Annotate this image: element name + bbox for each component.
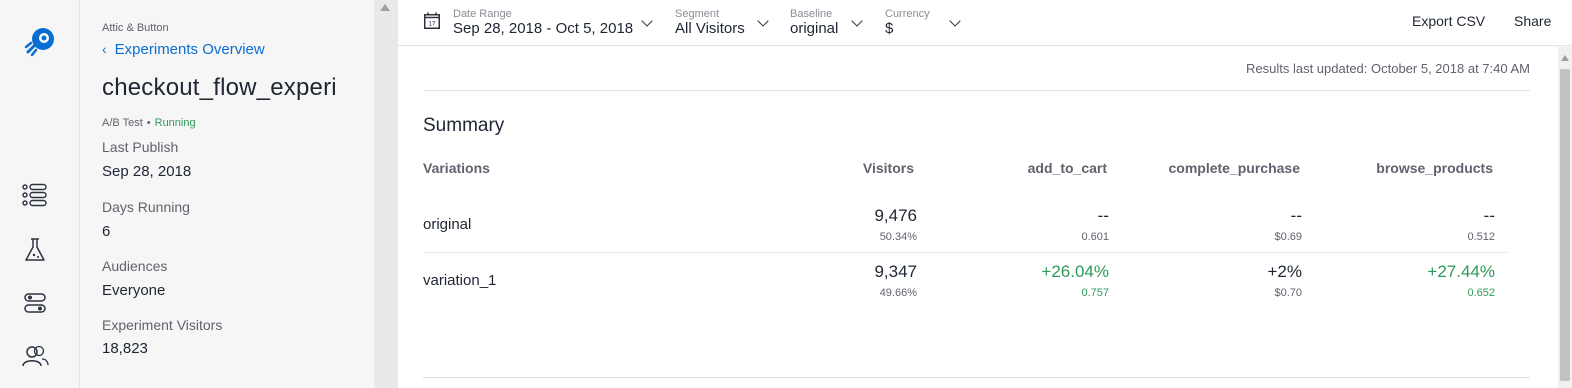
currency-dropdown[interactable]: Currency $ xyxy=(885,8,961,38)
calendar-icon: 17 xyxy=(424,12,440,29)
add-to-cart-lift: -- xyxy=(1097,206,1109,225)
chevron-down-icon xyxy=(851,15,863,27)
calendar-day: 17 xyxy=(428,21,436,28)
chevron-down-icon xyxy=(641,15,653,27)
icon-rail xyxy=(0,0,80,388)
separator-dot: • xyxy=(146,117,151,129)
back-link-label: Experiments Overview xyxy=(114,41,265,58)
results-scrollbar[interactable] xyxy=(1558,47,1572,388)
column-header-add-to-cart: add_to_cart xyxy=(1027,160,1107,176)
variation-name-variation-1[interactable]: variation_1 xyxy=(423,272,496,289)
status-badge: Running xyxy=(154,117,196,129)
browse-products-lift: -- xyxy=(1483,206,1495,225)
experiment-type: A/B Test xyxy=(102,117,143,129)
visitors-percent: 49.66% xyxy=(879,287,917,299)
baseline-dropdown[interactable]: Baseline original xyxy=(790,8,863,38)
results-updated-text: Results last updated: October 5, 2018 at… xyxy=(1245,61,1530,76)
add-to-cart-value: 0.757 xyxy=(1081,287,1109,299)
audiences-value: Everyone xyxy=(102,282,166,299)
divider xyxy=(423,377,1530,378)
add-to-cart-value: 0.601 xyxy=(1081,231,1109,243)
baseline-value: original xyxy=(790,20,839,37)
experiment-title: checkout_flow_experi xyxy=(102,74,337,101)
date-range-label: Date Range xyxy=(453,8,512,20)
days-running-value: 6 xyxy=(102,223,111,240)
results-toolbar: 17 Date Range Sep 28, 2018 - Oct 5, 2018… xyxy=(398,0,1572,46)
browse-products-value: 0.512 xyxy=(1467,231,1495,243)
complete-purchase-value: $0.70 xyxy=(1274,287,1302,299)
audiences-label: Audiences xyxy=(102,258,168,274)
list-icon[interactable] xyxy=(20,180,50,210)
experiment-type-line: A/B Test • Running xyxy=(102,117,196,129)
browse-products-value: 0.652 xyxy=(1467,287,1495,299)
currency-label: Currency xyxy=(885,8,930,20)
experiment-visitors-value: 18,823 xyxy=(102,340,148,357)
last-publish-value: Sep 28, 2018 xyxy=(102,163,192,180)
column-header-visitors: Visitors xyxy=(862,160,914,176)
people-icon[interactable] xyxy=(20,341,50,371)
days-running-label: Days Running xyxy=(102,199,190,215)
complete-purchase-value: $0.69 xyxy=(1274,231,1302,243)
date-range-dropdown[interactable]: Date Range Sep 28, 2018 - Oct 5, 2018 xyxy=(453,8,653,38)
scroll-up-arrow-icon[interactable] xyxy=(380,4,390,11)
scroll-up-arrow-icon[interactable] xyxy=(1561,55,1569,61)
browse-products-lift: +27.44% xyxy=(1427,262,1495,281)
chevron-down-icon xyxy=(949,15,961,27)
segment-label: Segment xyxy=(675,8,720,20)
chevron-left-icon: ‹ xyxy=(102,41,107,57)
complete-purchase-lift: -- xyxy=(1290,206,1302,225)
scrollbar-thumb[interactable] xyxy=(1560,69,1570,381)
divider xyxy=(423,90,1530,91)
toggle-icon[interactable] xyxy=(20,288,50,318)
row-divider xyxy=(423,252,1507,253)
segment-value: All Visitors xyxy=(675,20,745,37)
column-header-browse-products: browse_products xyxy=(1376,160,1493,176)
last-publish-label: Last Publish xyxy=(102,139,179,155)
date-range-value: Sep 28, 2018 - Oct 5, 2018 xyxy=(453,20,634,37)
results-panel: Results last updated: October 5, 2018 at… xyxy=(398,47,1572,388)
project-name: Attic & Button xyxy=(102,22,169,34)
baseline-label: Baseline xyxy=(790,8,833,20)
visitors-percent: 50.34% xyxy=(879,231,917,243)
summary-title: Summary xyxy=(423,115,505,136)
export-csv-button[interactable]: Export CSV xyxy=(1412,13,1485,29)
sidebar-scrollbar[interactable] xyxy=(374,0,398,388)
segment-dropdown[interactable]: Segment All Visitors xyxy=(675,8,769,38)
chevron-down-icon xyxy=(757,15,769,27)
visitors-count: 9,347 xyxy=(874,262,917,281)
experiment-sidebar: Attic & Button ‹ Experiments Overview che… xyxy=(80,0,374,388)
add-to-cart-lift: +26.04% xyxy=(1041,262,1109,281)
back-to-experiments-link[interactable]: ‹ Experiments Overview xyxy=(102,41,265,58)
currency-value: $ xyxy=(885,20,894,37)
logo-icon[interactable] xyxy=(22,24,58,60)
complete-purchase-lift: +2% xyxy=(1267,262,1303,281)
flask-icon[interactable] xyxy=(20,235,50,265)
variation-name-original[interactable]: original xyxy=(423,216,471,233)
column-header-variations: Variations xyxy=(423,160,490,176)
share-button[interactable]: Share xyxy=(1514,13,1551,29)
column-header-complete-purchase: complete_purchase xyxy=(1168,160,1301,176)
visitors-count: 9,476 xyxy=(874,206,917,225)
experiment-visitors-label: Experiment Visitors xyxy=(102,317,223,333)
